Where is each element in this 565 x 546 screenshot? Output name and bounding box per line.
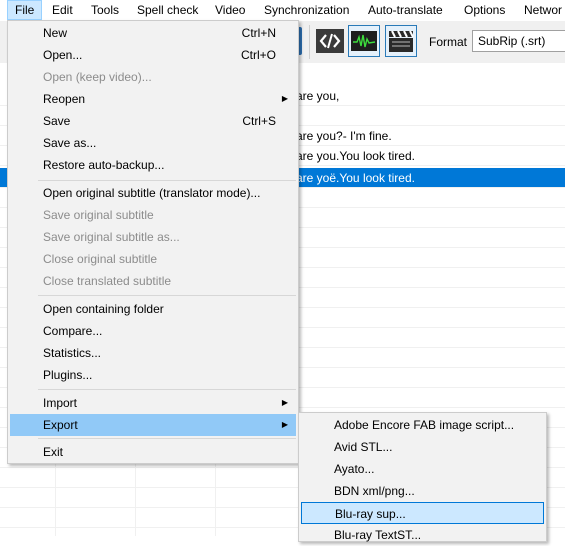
menu-item-label: Open (keep video)... xyxy=(43,70,152,84)
menu-item-label: Open original subtitle (translator mode)… xyxy=(43,186,261,200)
menu-item-label: Save xyxy=(43,114,71,128)
menu-item-label: Ayato... xyxy=(334,462,375,476)
menu-item-label: Close original subtitle xyxy=(43,252,158,266)
menu-item-label: Reopen xyxy=(43,92,86,106)
menu-item-label: Compare... xyxy=(43,324,103,338)
export-item-adobe-encore[interactable]: Adobe Encore FAB image script... xyxy=(301,414,544,436)
menu-item-label: Save original subtitle as... xyxy=(43,230,180,244)
menu-file[interactable]: File xyxy=(7,0,43,20)
submenu-arrow-icon: ▶ xyxy=(281,94,288,103)
menu-item-label: Plugins... xyxy=(43,368,93,382)
menu-item-save[interactable]: Save Ctrl+S xyxy=(10,110,296,132)
menu-item-plugins[interactable]: Plugins... xyxy=(10,364,296,386)
export-item-bdn-xml[interactable]: BDN xml/png... xyxy=(301,480,544,502)
export-item-avid-stl[interactable]: Avid STL... xyxy=(301,436,544,458)
menu-item-label: Import xyxy=(43,396,78,410)
menu-item-label: Adobe Encore FAB image script... xyxy=(334,418,515,432)
format-select[interactable]: SubRip (.srt) xyxy=(472,30,565,52)
menu-item-compare[interactable]: Compare... xyxy=(10,320,296,342)
menu-item-label: Export xyxy=(43,418,78,432)
menu-item-label: Statistics... xyxy=(43,346,102,360)
menu-synchronization[interactable]: Synchronization xyxy=(257,0,356,20)
waveform-icon xyxy=(351,31,377,51)
menu-item-reopen[interactable]: Reopen ▶ xyxy=(10,88,296,110)
menubar: File Edit Tools Spell check Video Synchr… xyxy=(0,0,565,20)
menu-item-import[interactable]: Import ▶ xyxy=(10,392,296,414)
shortcut-text: Ctrl+O xyxy=(240,48,276,62)
menu-options[interactable]: Options xyxy=(457,0,512,20)
menu-separator xyxy=(38,389,296,390)
menu-networking[interactable]: Networ xyxy=(517,0,565,20)
menu-item-open-original[interactable]: Open original subtitle (translator mode)… xyxy=(10,182,296,204)
menu-spell-check[interactable]: Spell check xyxy=(130,0,205,20)
menu-item-label: Open containing folder xyxy=(43,302,164,316)
menu-item-label: BDN xml/png... xyxy=(334,484,415,498)
submenu-arrow-icon: ▶ xyxy=(281,398,288,407)
menu-item-open-folder[interactable]: Open containing folder xyxy=(10,298,296,320)
menu-item-label: Blu-ray sup... xyxy=(335,507,406,521)
menu-item-label: Restore auto-backup... xyxy=(43,158,165,172)
menu-auto-translate[interactable]: Auto-translate xyxy=(361,0,450,20)
menu-item-save-as[interactable]: Save as... xyxy=(10,132,296,154)
waveform-toggle-button[interactable] xyxy=(348,25,380,57)
export-item-bluray-sup[interactable]: Blu-ray sup... xyxy=(301,502,544,524)
menu-item-label: Exit xyxy=(43,445,64,459)
export-item-bluray-textst[interactable]: Blu-ray TextST... xyxy=(301,524,544,546)
clapperboard-icon xyxy=(389,30,414,52)
menu-item-statistics[interactable]: Statistics... xyxy=(10,342,296,364)
video-toggle-button[interactable] xyxy=(385,25,417,57)
toolbar-separator xyxy=(309,25,310,59)
menu-edit[interactable]: Edit xyxy=(45,0,80,20)
menu-item-open[interactable]: Open... Ctrl+O xyxy=(10,44,296,66)
menu-item-exit[interactable]: Exit xyxy=(10,441,296,463)
submenu-arrow-icon: ▶ xyxy=(281,420,288,429)
menu-item-close-original[interactable]: Close original subtitle xyxy=(10,248,296,270)
source-code-icon xyxy=(316,29,344,53)
menu-item-label: Avid STL... xyxy=(334,440,393,454)
subtitle-text: w are you.You look tired. xyxy=(284,149,415,163)
subtitle-text: w are yoë.You look tired. xyxy=(284,171,415,185)
menu-item-label: Save as... xyxy=(43,136,97,150)
menu-item-new[interactable]: New Ctrl+N xyxy=(10,22,296,44)
export-item-ayato[interactable]: Ayato... xyxy=(301,458,544,480)
menu-item-label: New xyxy=(43,26,68,40)
menu-item-restore-backup[interactable]: Restore auto-backup... xyxy=(10,154,296,176)
menu-separator xyxy=(38,180,296,181)
menu-item-label: Open... xyxy=(43,48,83,62)
source-view-button[interactable] xyxy=(314,25,346,57)
menu-item-close-translated[interactable]: Close translated subtitle xyxy=(10,270,296,292)
menu-item-open-keep-video[interactable]: Open (keep video)... xyxy=(10,66,296,88)
menu-video[interactable]: Video xyxy=(208,0,252,20)
menu-separator xyxy=(38,295,296,296)
menu-item-save-original-as[interactable]: Save original subtitle as... xyxy=(10,226,296,248)
menu-item-save-original[interactable]: Save original subtitle xyxy=(10,204,296,226)
subtitle-text: w are you?- I'm fine. xyxy=(284,129,392,143)
menu-item-label: Blu-ray TextST... xyxy=(334,528,422,542)
shortcut-text: Ctrl+N xyxy=(241,26,276,40)
menu-item-label: Close translated subtitle xyxy=(43,274,172,288)
menu-item-export[interactable]: Export ▶ xyxy=(10,414,296,436)
format-label: Format xyxy=(429,35,468,49)
shortcut-text: Ctrl+S xyxy=(242,114,276,128)
export-submenu: Adobe Encore FAB image script... Avid ST… xyxy=(298,412,547,542)
file-menu-dropdown: New Ctrl+N Open... Ctrl+O Open (keep video… xyxy=(7,20,299,464)
menu-separator xyxy=(38,438,296,439)
menu-item-label: Save original subtitle xyxy=(43,208,154,222)
menu-tools[interactable]: Tools xyxy=(84,0,126,20)
